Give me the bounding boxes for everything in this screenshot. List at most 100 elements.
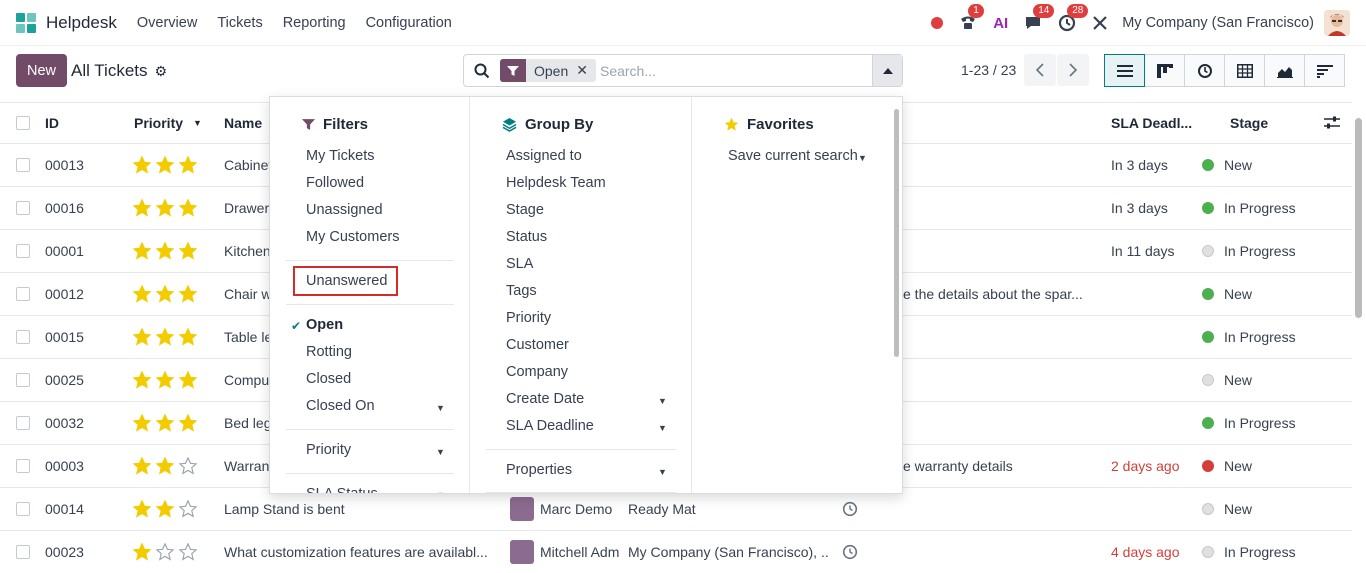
groupby-customer[interactable]: Customer (506, 337, 569, 353)
assignee[interactable]: Mitchell Adm (510, 531, 622, 573)
star-filled-icon[interactable] (179, 414, 197, 432)
filter-unassigned[interactable]: Unassigned (306, 202, 383, 218)
kanban-state-dot[interactable] (1202, 460, 1214, 472)
priority-stars[interactable] (133, 445, 197, 487)
header-priority[interactable]: Priority ▼ (134, 103, 214, 143)
caret-down-icon[interactable]: ▼ (658, 423, 667, 433)
row-checkbox[interactable] (16, 445, 36, 487)
row-checkbox[interactable] (16, 488, 36, 530)
kanban-state-dot[interactable] (1202, 374, 1214, 386)
row-checkbox[interactable] (16, 402, 36, 444)
caret-down-icon[interactable]: ▼ (658, 467, 667, 477)
star-empty-icon[interactable] (179, 543, 197, 561)
company-switcher[interactable]: My Company (San Francisco) (1122, 15, 1314, 31)
activity-button[interactable]: 28 (1058, 4, 1089, 32)
groupby-properties[interactable]: Properties (506, 462, 572, 478)
save-current-search[interactable]: Save current search (728, 148, 858, 164)
kanban-state-dot[interactable] (1202, 331, 1214, 343)
star-filled-icon[interactable] (156, 156, 174, 174)
kanban-state-dot[interactable] (1202, 546, 1214, 558)
star-filled-icon[interactable] (179, 371, 197, 389)
menu-overview[interactable]: Overview (127, 15, 207, 31)
kanban-state-dot[interactable] (1202, 417, 1214, 429)
filter-my-tickets[interactable]: My Tickets (306, 148, 374, 164)
star-filled-icon[interactable] (156, 371, 174, 389)
star-filled-icon[interactable] (179, 285, 197, 303)
select-all-checkbox[interactable] (16, 103, 36, 143)
groupby-company[interactable]: Company (506, 364, 568, 380)
priority-stars[interactable] (133, 316, 197, 358)
groupby-helpdesk-team[interactable]: Helpdesk Team (506, 175, 606, 191)
phone-button[interactable]: 1 (959, 4, 984, 32)
priority-stars[interactable] (133, 144, 197, 186)
menu-configuration[interactable]: Configuration (356, 15, 462, 31)
row-checkbox[interactable] (16, 316, 36, 358)
header-name[interactable]: Name (224, 103, 262, 143)
priority-stars[interactable] (133, 187, 197, 229)
priority-stars[interactable] (133, 531, 197, 573)
star-filled-icon[interactable] (133, 500, 151, 518)
caret-down-icon[interactable]: ▼ (436, 490, 445, 493)
star-filled-icon[interactable] (179, 242, 197, 260)
cohort-view-button[interactable] (1304, 54, 1345, 87)
activity-clock-icon[interactable] (842, 531, 858, 573)
kanban-state-dot[interactable] (1202, 503, 1214, 515)
star-filled-icon[interactable] (133, 457, 151, 475)
kanban-state-dot[interactable] (1202, 159, 1214, 171)
header-id[interactable]: ID (45, 103, 59, 143)
priority-stars[interactable] (133, 488, 197, 530)
activity-clock-icon[interactable] (842, 488, 858, 530)
star-filled-icon[interactable] (133, 328, 151, 346)
header-sla-deadline[interactable]: SLA Deadl... (1111, 103, 1192, 143)
pivot-view-button[interactable] (1224, 54, 1265, 87)
search-icon[interactable] (474, 63, 490, 79)
star-filled-icon[interactable] (156, 242, 174, 260)
priority-stars[interactable] (133, 402, 197, 444)
star-filled-icon[interactable] (156, 285, 174, 303)
priority-stars[interactable] (133, 230, 197, 272)
dropdown-scrollbar[interactable] (894, 109, 899, 357)
kanban-view-button[interactable] (1144, 54, 1185, 87)
row-checkbox[interactable] (16, 531, 36, 573)
filter-sla-status[interactable]: SLA Status (306, 486, 378, 493)
gear-icon[interactable]: ⚙ (155, 63, 168, 80)
filter-priority[interactable]: Priority (306, 442, 351, 458)
star-filled-icon[interactable] (133, 156, 151, 174)
caret-down-icon[interactable]: ▼ (436, 403, 445, 413)
star-empty-icon[interactable] (179, 457, 197, 475)
star-filled-icon[interactable] (156, 457, 174, 475)
search-input[interactable] (599, 62, 850, 79)
app-brand[interactable]: Helpdesk (14, 11, 117, 35)
groupby-status[interactable]: Status (506, 229, 547, 245)
remove-facet-icon[interactable]: ✕ (576, 62, 596, 79)
groupby-create-date[interactable]: Create Date (506, 391, 584, 407)
priority-stars[interactable] (133, 273, 197, 315)
star-filled-icon[interactable] (133, 371, 151, 389)
pager-previous-button[interactable] (1024, 54, 1056, 86)
star-filled-icon[interactable] (179, 328, 197, 346)
row-checkbox[interactable] (16, 187, 36, 229)
caret-down-icon[interactable]: ▼ (858, 153, 867, 163)
kanban-state-dot[interactable] (1202, 245, 1214, 257)
star-filled-icon[interactable] (133, 242, 151, 260)
groupby-stage[interactable]: Stage (506, 202, 544, 218)
kanban-state-dot[interactable] (1202, 288, 1214, 300)
page-scrollbar[interactable] (1355, 118, 1362, 318)
star-filled-icon[interactable] (156, 328, 174, 346)
messaging-button[interactable]: 14 (1024, 4, 1055, 32)
menu-tickets[interactable]: Tickets (207, 15, 272, 31)
filter-followed[interactable]: Followed (306, 175, 364, 191)
filter-my-customers[interactable]: My Customers (306, 229, 399, 245)
priority-stars[interactable] (133, 359, 197, 401)
groupby-priority[interactable]: Priority (506, 310, 551, 326)
groupby-sla-deadline[interactable]: SLA Deadline (506, 418, 594, 434)
star-empty-icon[interactable] (179, 500, 197, 518)
header-stage[interactable]: Stage (1230, 103, 1268, 143)
pager-next-button[interactable] (1057, 54, 1089, 86)
table-row[interactable]: 00023 What customization features are ava… (0, 531, 1352, 573)
caret-down-icon[interactable]: ▼ (436, 447, 445, 457)
star-filled-icon[interactable] (133, 543, 151, 561)
assignee[interactable]: Marc Demo (510, 488, 622, 530)
star-filled-icon[interactable] (179, 199, 197, 217)
filter-closed[interactable]: Closed (306, 371, 351, 387)
